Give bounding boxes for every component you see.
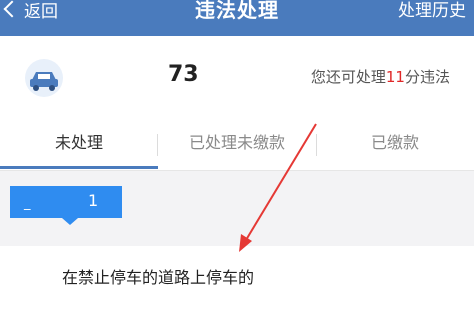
tab-divider <box>316 134 317 156</box>
badge-pointer <box>62 218 78 225</box>
badge-count: 1 <box>88 191 99 210</box>
remaining-suffix: 分违法 <box>404 68 450 86</box>
status-tabs: 未处理 已处理未缴款 已缴款 <box>0 120 474 171</box>
violation-count-badge[interactable]: _ 1 <box>10 186 122 225</box>
tab-processed-unpaid[interactable]: 已处理未缴款 <box>158 120 316 170</box>
remaining-count: 11 <box>385 68 405 86</box>
car-icon <box>25 59 63 97</box>
remaining-prefix: 您还可处理 <box>310 68 386 86</box>
remaining-points-text: 您还可处理11分违法 <box>311 66 450 87</box>
top-nav-bar: 返回 违法处理 处理历史 <box>0 0 474 36</box>
tab-unprocessed[interactable]: 未处理 <box>0 120 158 170</box>
tab-divider <box>157 134 158 156</box>
score-value: 73 <box>168 62 199 87</box>
active-tab-indicator <box>0 166 158 169</box>
badge-prefix: _ <box>24 196 31 211</box>
violation-description: 在禁止停车的道路上停车的 <box>62 268 255 287</box>
violation-card[interactable]: 在禁止停车的道路上停车的 <box>0 246 474 312</box>
score-summary: 73 您还可处理11分违法 <box>0 36 474 120</box>
history-button[interactable]: 处理历史 <box>398 0 466 21</box>
tab-paid[interactable]: 已缴款 <box>316 120 474 170</box>
